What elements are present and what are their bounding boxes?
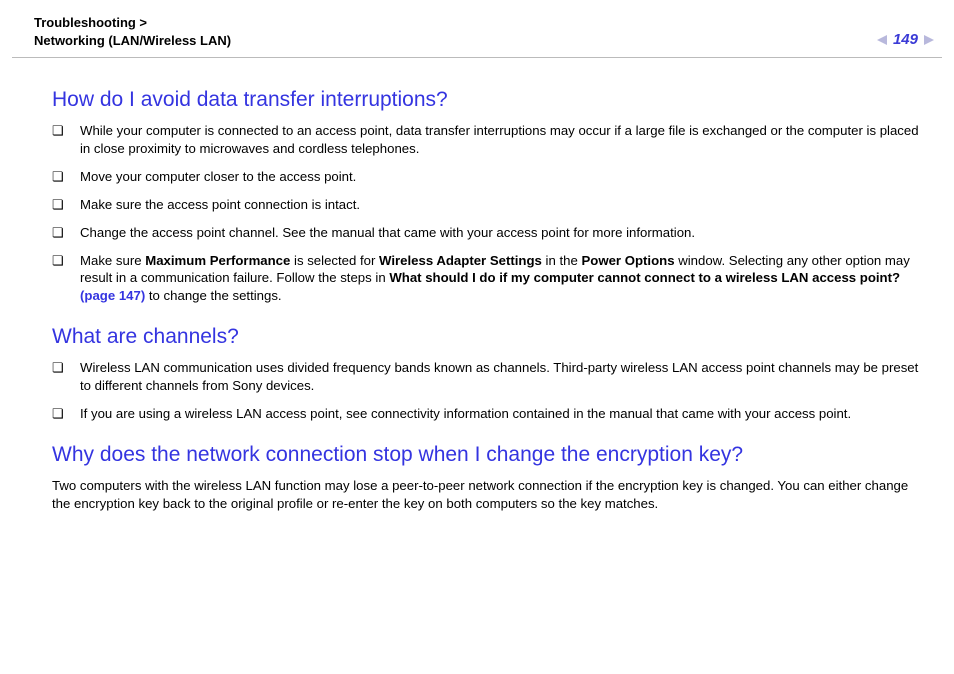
list-item: Make sure Maximum Performance is selecte… <box>52 252 920 305</box>
list-item: While your computer is connected to an a… <box>52 122 920 158</box>
list-item: Make sure the access point connection is… <box>52 196 920 214</box>
page-header: Troubleshooting > Networking (LAN/Wirele… <box>0 0 954 49</box>
page-nav: 149 <box>877 30 934 50</box>
breadcrumb-line2: Networking (LAN/Wireless LAN) <box>34 33 231 48</box>
bullet-list: Wireless LAN communication uses divided … <box>52 359 920 422</box>
list-item: Wireless LAN communication uses divided … <box>52 359 920 395</box>
page-content: How do I avoid data transfer interruptio… <box>0 58 954 513</box>
breadcrumb: Troubleshooting > Networking (LAN/Wirele… <box>34 14 920 49</box>
list-item: Move your computer closer to the access … <box>52 168 920 186</box>
list-item: Change the access point channel. See the… <box>52 224 920 242</box>
breadcrumb-line1: Troubleshooting > <box>34 15 147 30</box>
next-page-icon[interactable] <box>924 35 934 45</box>
bullet-list: While your computer is connected to an a… <box>52 122 920 305</box>
list-item: If you are using a wireless LAN access p… <box>52 405 920 423</box>
section-heading: Why does the network connection stop whe… <box>52 441 920 469</box>
section-heading: What are channels? <box>52 323 920 351</box>
section-heading: How do I avoid data transfer interruptio… <box>52 86 920 114</box>
page-number: 149 <box>893 30 918 50</box>
cross-ref-link[interactable]: (page 147) <box>80 288 145 303</box>
prev-page-icon[interactable] <box>877 35 887 45</box>
paragraph: Two computers with the wireless LAN func… <box>52 477 920 513</box>
